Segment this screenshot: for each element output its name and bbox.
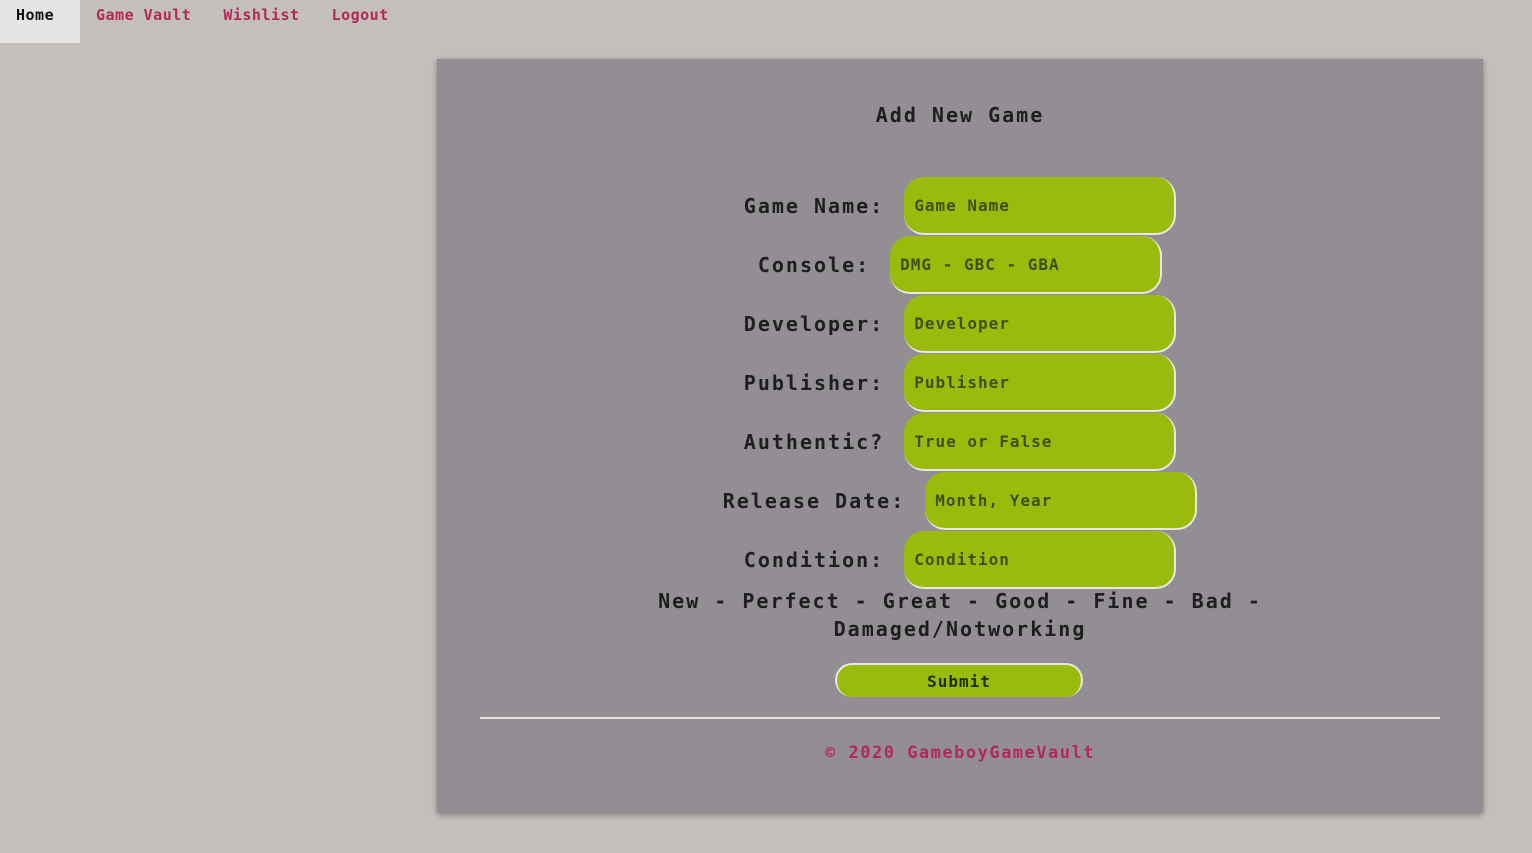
developer-input[interactable] xyxy=(904,295,1177,353)
nav-game-vault[interactable]: Game Vault xyxy=(80,0,207,43)
row-publisher: Publisher: xyxy=(437,354,1483,412)
authentic-input[interactable] xyxy=(904,413,1177,471)
publisher-label: Publisher: xyxy=(743,371,885,395)
row-authentic: Authentic? xyxy=(437,413,1483,471)
submit-button[interactable]: Submit xyxy=(835,663,1083,697)
condition-input[interactable] xyxy=(904,531,1177,589)
nav-home[interactable]: Home xyxy=(0,0,80,43)
nav-logout[interactable]: Logout xyxy=(316,0,405,43)
game-name-input[interactable] xyxy=(904,177,1177,235)
add-game-panel: Add New Game Game Name: Console: Develop… xyxy=(437,59,1483,813)
developer-label: Developer: xyxy=(743,312,885,336)
nav-wishlist[interactable]: Wishlist xyxy=(207,0,315,43)
release-date-label: Release Date: xyxy=(722,489,906,513)
row-game-name: Game Name: xyxy=(437,177,1483,235)
footer-divider xyxy=(480,717,1440,719)
release-date-input[interactable] xyxy=(925,472,1198,530)
row-condition: Condition: xyxy=(437,531,1483,589)
console-label: Console: xyxy=(757,253,871,277)
row-console: Console: xyxy=(437,236,1483,294)
row-release-date: Release Date: xyxy=(437,472,1483,530)
footer-copyright: © 2020 GameboyGameVault xyxy=(825,743,1095,763)
game-name-label: Game Name: xyxy=(743,194,885,218)
condition-label: Condition: xyxy=(743,548,885,572)
authentic-label: Authentic? xyxy=(743,430,885,454)
top-navigation: Home Game Vault Wishlist Logout xyxy=(0,0,405,43)
row-developer: Developer: xyxy=(437,295,1483,353)
publisher-input[interactable] xyxy=(904,354,1177,412)
console-input[interactable] xyxy=(890,236,1163,294)
condition-hint: New - Perfect - Great - Good - Fine - Ba… xyxy=(658,589,1262,641)
form-title: Add New Game xyxy=(875,103,1045,127)
